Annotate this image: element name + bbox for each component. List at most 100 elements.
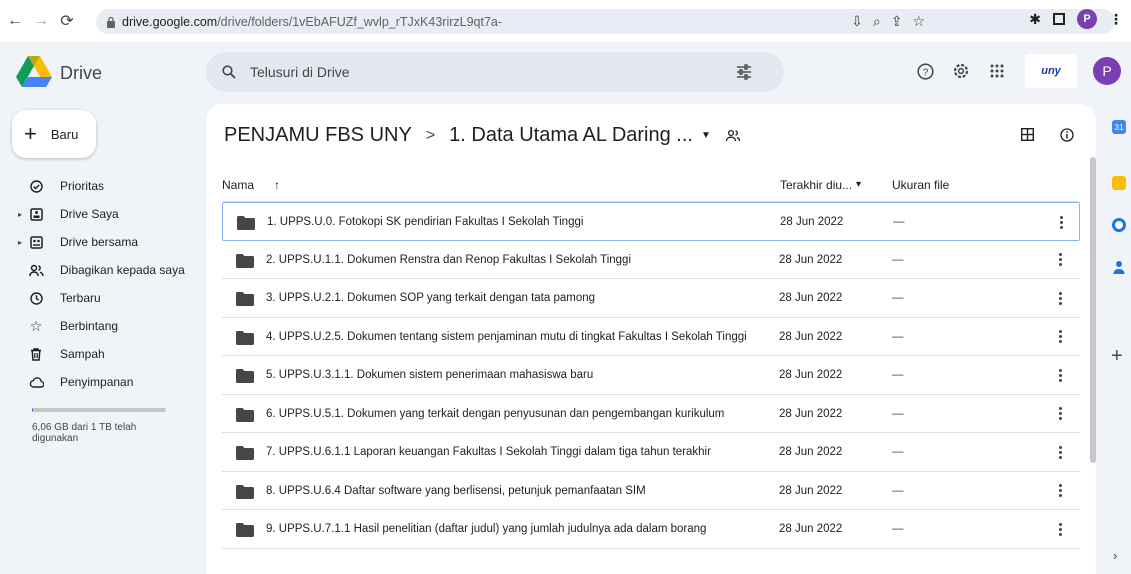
sidebar-item-storage[interactable]: Penyimpanan <box>0 368 200 396</box>
column-size-header[interactable]: Ukuran file <box>892 178 949 192</box>
storage-usage-fill <box>32 408 34 412</box>
sidebar-item-label: Prioritas <box>60 179 105 193</box>
install-app-icon[interactable]: ⇩ <box>851 13 863 30</box>
sort-ascending-icon[interactable]: ↑ <box>274 178 280 192</box>
breadcrumb-current-folder[interactable]: 1. Data Utama AL Daring ... <box>449 124 693 147</box>
table-row[interactable]: 6. UPPS.U.5.1. Dokumen yang terkait deng… <box>222 395 1080 433</box>
shared-drive-icon <box>28 234 44 250</box>
more-actions-icon[interactable] <box>1053 213 1069 231</box>
more-actions-icon[interactable] <box>1052 251 1068 269</box>
more-actions-icon[interactable] <box>1052 482 1068 500</box>
column-modified-header[interactable]: Terakhir diu... <box>780 178 852 192</box>
table-row[interactable]: 8. UPPS.U.6.4 Daftar software yang berli… <box>222 472 1080 510</box>
file-name[interactable]: 1. UPPS.U.0. Fotokopi SK pendirian Fakul… <box>267 216 583 228</box>
sidebar-item-trash[interactable]: Sampah <box>0 340 200 368</box>
more-actions-icon[interactable] <box>1052 328 1068 346</box>
zoom-icon[interactable]: ⌕ <box>873 13 881 30</box>
sidebar-item-label: Penyimpanan <box>60 375 134 389</box>
file-name[interactable]: 9. UPPS.U.7.1.1 Hasil penelitian (daftar… <box>266 523 706 535</box>
file-name[interactable]: 6. UPPS.U.5.1. Dokumen yang terkait deng… <box>266 408 724 420</box>
file-name[interactable]: 3. UPPS.U.2.1. Dokumen SOP yang terkait … <box>266 292 595 304</box>
share-page-icon[interactable]: ⇪ <box>891 13 903 30</box>
table-row[interactable]: 2. UPPS.U.1.1. Dokumen Renstra dan Renop… <box>222 241 1080 279</box>
file-size: — <box>892 369 904 381</box>
folder-menu-dropdown-icon[interactable]: ▼ <box>701 130 711 141</box>
keep-icon[interactable] <box>1112 176 1126 190</box>
settings-gear-icon[interactable] <box>947 57 975 85</box>
address-bar[interactable]: drive.google.com/drive/folders/1vEbAFUZf… <box>96 9 1115 34</box>
sidebar-item-label: Drive Saya <box>60 207 119 221</box>
table-row[interactable]: 9. UPPS.U.7.1.1 Hasil penelitian (daftar… <box>222 510 1080 549</box>
file-modified-date: 28 Jun 2022 <box>779 484 843 497</box>
file-modified-date: 28 Jun 2022 <box>780 216 844 228</box>
search-input[interactable] <box>250 64 710 80</box>
more-actions-icon[interactable] <box>1052 443 1068 461</box>
drive-logo-icon[interactable] <box>16 56 52 88</box>
sidebar-item-shared-with-me[interactable]: Dibagikan kepada saya <box>0 256 200 284</box>
sidebar-item-starred[interactable]: ☆ Berbintang <box>0 312 200 340</box>
file-list-panel: PENJAMU FBS UNY > 1. Data Utama AL Darin… <box>206 104 1096 574</box>
sidebar-item-label: Berbintang <box>60 319 119 333</box>
more-actions-icon[interactable] <box>1052 289 1068 307</box>
table-row[interactable]: 3. UPPS.U.2.1. Dokumen SOP yang terkait … <box>222 279 1080 318</box>
storage-usage-bar <box>32 408 166 412</box>
more-actions-icon[interactable] <box>1052 405 1068 423</box>
add-addon-plus-icon[interactable]: + <box>1111 346 1123 366</box>
table-row[interactable]: 4. UPPS.U.2.5. Dokumen tentang sistem pe… <box>222 318 1080 356</box>
folder-icon <box>236 253 254 268</box>
browser-profile-avatar[interactable]: P <box>1077 9 1097 29</box>
details-info-icon[interactable] <box>1060 128 1074 142</box>
file-modified-date: 28 Jun 2022 <box>779 446 843 458</box>
more-actions-icon[interactable] <box>1052 366 1068 384</box>
organization-logo[interactable]: uny <box>1025 54 1077 88</box>
shared-folder-people-icon[interactable] <box>725 128 741 144</box>
side-panel-apps: 31 + › <box>1104 110 1131 568</box>
file-name[interactable]: 7. UPPS.U.6.1.1 Laporan keuangan Fakulta… <box>266 446 711 458</box>
forward-icon[interactable]: → <box>30 10 52 32</box>
sort-dropdown-icon[interactable]: ▾ <box>856 179 861 190</box>
back-icon[interactable]: ← <box>4 10 26 32</box>
account-avatar[interactable]: P <box>1093 57 1121 85</box>
sidebar-item-priority[interactable]: Prioritas <box>0 172 200 200</box>
expand-panel-chevron-icon[interactable]: › <box>1113 548 1117 563</box>
side-panel-icon[interactable] <box>1053 13 1065 25</box>
table-row[interactable]: 5. UPPS.U.3.1.1. Dokumen sistem penerima… <box>222 356 1080 395</box>
reload-icon[interactable]: ⟳ <box>56 10 78 32</box>
folder-icon <box>236 292 254 306</box>
table-row[interactable]: 7. UPPS.U.6.1.1 Laporan keuangan Fakulta… <box>222 433 1080 472</box>
new-button[interactable]: + Baru <box>12 110 96 158</box>
file-modified-date: 28 Jun 2022 <box>779 407 843 420</box>
file-name[interactable]: 2. UPPS.U.1.1. Dokumen Renstra dan Renop… <box>266 254 631 266</box>
folder-icon <box>236 484 254 499</box>
file-name[interactable]: 8. UPPS.U.6.4 Daftar software yang berli… <box>266 485 646 497</box>
file-size: — <box>892 446 904 458</box>
calendar-icon[interactable]: 31 <box>1112 120 1126 134</box>
more-actions-icon[interactable] <box>1052 520 1068 538</box>
file-size: — <box>892 523 904 535</box>
search-options-icon[interactable] <box>736 64 752 80</box>
bookmark-star-icon[interactable]: ☆ <box>912 13 925 30</box>
search-bar[interactable] <box>206 52 784 92</box>
contacts-icon[interactable] <box>1112 260 1126 274</box>
search-icon[interactable] <box>222 65 236 79</box>
sidebar-item-my-drive[interactable]: ▸ Drive Saya <box>0 200 200 228</box>
file-name[interactable]: 5. UPPS.U.3.1.1. Dokumen sistem penerima… <box>266 369 593 381</box>
grid-view-icon[interactable] <box>1021 128 1034 141</box>
svg-text:?: ? <box>922 67 928 78</box>
sidebar-item-shared-drives[interactable]: ▸ Drive bersama <box>0 228 200 256</box>
extensions-puzzle-icon[interactable]: ✱ <box>1029 11 1041 28</box>
breadcrumb-root[interactable]: PENJAMU FBS UNY <box>224 124 412 147</box>
table-row[interactable]: 1. UPPS.U.0. Fotokopi SK pendirian Fakul… <box>222 202 1080 241</box>
file-modified-date: 28 Jun 2022 <box>779 253 843 266</box>
file-name[interactable]: 4. UPPS.U.2.5. Dokumen tentang sistem pe… <box>266 331 747 343</box>
help-icon[interactable]: ? <box>911 57 939 85</box>
column-name-header[interactable]: Nama <box>222 178 254 192</box>
folder-icon <box>236 523 254 537</box>
apps-grid-icon[interactable] <box>983 57 1011 85</box>
sidebar-item-recent[interactable]: Terbaru <box>0 284 200 312</box>
caret-right-icon[interactable]: ▸ <box>18 238 22 247</box>
tasks-icon[interactable] <box>1112 218 1126 232</box>
scrollbar-thumb[interactable] <box>1090 157 1096 463</box>
caret-right-icon[interactable]: ▸ <box>18 210 22 219</box>
browser-menu-icon[interactable]: ⋮ <box>1109 11 1123 28</box>
